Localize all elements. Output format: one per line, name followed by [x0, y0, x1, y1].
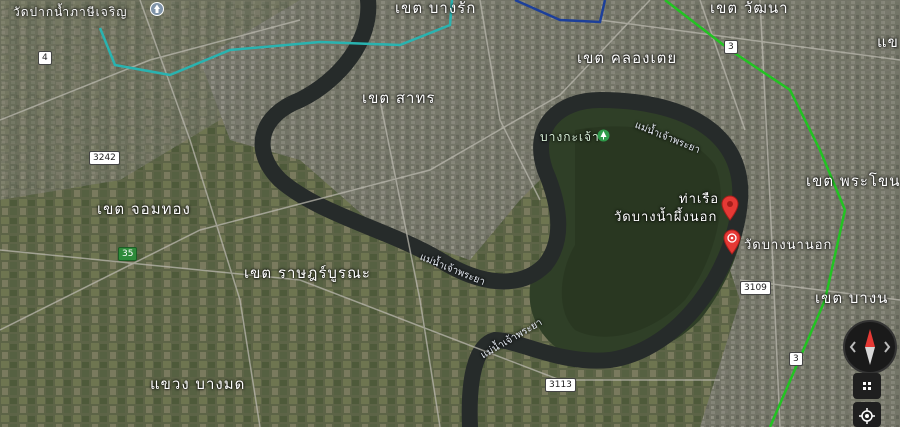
route-shield: 3: [724, 40, 738, 54]
district-label-sathon: เขต สาทร: [362, 89, 436, 107]
district-label-wattana: เขต วัฒนา: [710, 0, 789, 17]
satellite-map[interactable]: เขต บางรัก เขต วัฒนา แข เขต คลองเตย เขต …: [0, 0, 900, 427]
park-icon[interactable]: [597, 129, 610, 142]
route-shield: 3242: [89, 151, 120, 165]
district-label-chom-thong: เขต จอมทอง: [97, 200, 191, 218]
apps-grid-icon: [863, 382, 871, 390]
district-label-phra-khanong: เขต พระโขน: [806, 172, 900, 190]
district-label-edge: แข: [877, 33, 899, 51]
my-location-button[interactable]: [853, 402, 881, 427]
poi-label-wat-bang-na-nok[interactable]: วัดบางนานอก: [744, 234, 832, 255]
apps-grid-button[interactable]: [853, 373, 881, 399]
compass-icon[interactable]: [843, 320, 897, 374]
temple-icon[interactable]: [723, 229, 741, 255]
poi-label-wat-pak-nam[interactable]: วัดปากน้ำภาษีเจริญ: [13, 3, 127, 22]
district-label-bang-na: เขต บางน: [815, 289, 889, 307]
district-label-khlong-toei: เขต คลองเตย: [577, 49, 678, 67]
compass-needle-icon: [849, 329, 891, 365]
my-location-icon: [859, 408, 875, 424]
route-shield: 3109: [740, 281, 771, 295]
temple-icon[interactable]: [150, 2, 164, 16]
route-shield: 35: [118, 247, 138, 261]
poi-label-pier-line2[interactable]: วัดบางน้ำผึ้งนอก: [614, 206, 717, 227]
district-label-bang-rak: เขต บางรัก: [395, 0, 477, 17]
district-label-rat-burana: เขต ราษฎร์บูรณะ: [244, 264, 371, 282]
map-pin-icon[interactable]: [721, 195, 739, 221]
poi-label-bang-krachao[interactable]: บางกะเจ้า: [540, 128, 600, 147]
district-label-bang-mot: แขวง บางมด: [150, 375, 246, 393]
route-shield: 3113: [545, 378, 576, 392]
route-shield: 3: [789, 352, 803, 366]
route-shield: 4: [38, 51, 52, 65]
